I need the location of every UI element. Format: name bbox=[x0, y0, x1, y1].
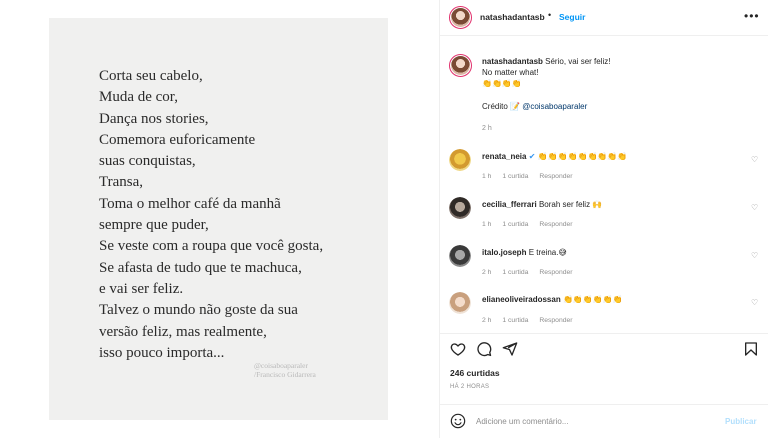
reply-button[interactable]: Responder bbox=[539, 269, 572, 276]
comment-text: renata_neia ✔ 👏👏👏👏👏👏👏👏👏 bbox=[482, 152, 627, 161]
comment-time[interactable]: 1 h bbox=[482, 221, 491, 228]
comment-input[interactable] bbox=[476, 414, 706, 428]
post-actions: 246 curtidas HÁ 2 HORAS bbox=[440, 333, 768, 408]
poem-line: Comemora euforicamente bbox=[99, 131, 256, 148]
caption-text: natashadantasb Sério, vai ser feliz! No … bbox=[482, 56, 752, 89]
like-comment-heart-icon[interactable]: ♡ bbox=[751, 298, 758, 307]
add-comment-bar: Publicar bbox=[440, 404, 768, 438]
poem-line: Transa, bbox=[99, 174, 144, 191]
watermark-author: /Francisco Gidarrera bbox=[254, 370, 316, 379]
reply-button[interactable]: Responder bbox=[539, 221, 572, 228]
comment-likes[interactable]: 1 curtida bbox=[502, 269, 528, 276]
commenter-avatar[interactable] bbox=[449, 149, 471, 171]
comment-icon[interactable] bbox=[476, 341, 492, 357]
comment-text: italo.joseph E treina.😅 bbox=[482, 248, 567, 257]
comment-username[interactable]: italo.joseph bbox=[482, 248, 526, 257]
poem-line: Dança nos stories, bbox=[99, 110, 209, 127]
like-comment-heart-icon[interactable]: ♡ bbox=[751, 203, 758, 212]
comment-meta: 1 h 1 curtida Responder bbox=[482, 221, 582, 228]
like-comment-heart-icon[interactable]: ♡ bbox=[751, 251, 758, 260]
caption-timestamp[interactable]: 2 h bbox=[482, 125, 492, 132]
share-icon[interactable] bbox=[502, 341, 518, 357]
comment-text: cecilia_fferrari Borah ser feliz 🙌 bbox=[482, 200, 602, 209]
image-watermark: @coisaboaparaler /Francisco Gidarrera bbox=[254, 361, 316, 379]
post-timestamp[interactable]: HÁ 2 HORAS bbox=[450, 384, 489, 390]
comment-likes[interactable]: 1 curtida bbox=[502, 317, 528, 324]
like-comment-heart-icon[interactable]: ♡ bbox=[751, 155, 758, 164]
post-header: natashadantasb • Seguir ••• bbox=[440, 0, 768, 36]
memo-icon: 📝 bbox=[510, 102, 520, 111]
avatar-image bbox=[449, 245, 471, 267]
separator-dot: • bbox=[548, 10, 552, 20]
post-image[interactable]: Corta seu cabelo, Muda de cor, Dança nos… bbox=[49, 18, 388, 420]
reply-button[interactable]: Responder bbox=[539, 317, 572, 324]
commenter-avatar[interactable] bbox=[449, 292, 471, 314]
comment-time[interactable]: 2 h bbox=[482, 269, 491, 276]
poem-line: Muda de cor, bbox=[99, 89, 178, 106]
comment-username[interactable]: renata_neia bbox=[482, 152, 526, 161]
credit-mention-link[interactable]: @coisaboaparaler bbox=[522, 102, 587, 111]
follow-button[interactable]: Seguir bbox=[559, 12, 585, 22]
post-details-pane: natashadantasb • Seguir ••• natashadanta… bbox=[440, 0, 768, 438]
poem-line: versão feliz, mas realmente, bbox=[99, 323, 267, 340]
author-username[interactable]: natashadantasb bbox=[480, 12, 545, 22]
commenter-avatar[interactable] bbox=[449, 245, 471, 267]
bookmark-icon[interactable] bbox=[743, 341, 759, 357]
comments-section: natashadantasb Sério, vai ser feliz! No … bbox=[440, 37, 768, 333]
reply-button[interactable]: Responder bbox=[539, 173, 572, 180]
poem-text: Corta seu cabelo, Muda de cor, Dança nos… bbox=[99, 66, 323, 364]
author-avatar[interactable] bbox=[449, 6, 472, 29]
comment-username[interactable]: cecilia_fferrari bbox=[482, 200, 537, 209]
avatar-image bbox=[451, 8, 470, 27]
poem-line: suas conquistas, bbox=[99, 153, 196, 170]
poem-line: sempre que puder, bbox=[99, 217, 209, 234]
credit-label: Crédito bbox=[482, 102, 508, 111]
avatar-image bbox=[449, 197, 471, 219]
verified-badge-icon: ✔ bbox=[528, 152, 536, 161]
avatar-image bbox=[449, 292, 471, 314]
avatar-image bbox=[451, 56, 470, 75]
comment-meta: 2 h 1 curtida Responder bbox=[482, 317, 582, 324]
comment-likes[interactable]: 1 curtida bbox=[502, 173, 528, 180]
comment-likes[interactable]: 1 curtida bbox=[502, 221, 528, 228]
caption-username[interactable]: natashadantasb bbox=[482, 57, 543, 66]
post-media-pane: Corta seu cabelo, Muda de cor, Dança nos… bbox=[0, 0, 439, 438]
publish-button[interactable]: Publicar bbox=[725, 417, 757, 426]
caption-line2: No matter what! bbox=[482, 68, 539, 77]
poem-line: Toma o melhor café da manhã bbox=[99, 195, 281, 212]
caption-body: Sério, vai ser feliz! bbox=[545, 57, 611, 66]
comment-body: Borah ser feliz 🙌 bbox=[538, 200, 603, 209]
watermark-handle: @coisaboaparaler bbox=[254, 361, 308, 370]
poem-line: Corta seu cabelo, bbox=[99, 68, 203, 84]
comment-body: 👏👏👏👏👏👏👏👏👏 bbox=[537, 152, 628, 161]
comment-meta: 1 h 1 curtida Responder bbox=[482, 173, 582, 180]
caption-credit: Crédito 📝 @coisaboaparaler bbox=[482, 102, 587, 111]
comment-time[interactable]: 1 h bbox=[482, 173, 491, 180]
heart-icon[interactable] bbox=[450, 341, 466, 357]
poem-line: Talvez o mundo não goste da sua bbox=[99, 302, 298, 319]
caption-line3: 👏👏👏👏 bbox=[482, 79, 522, 88]
more-options-icon[interactable]: ••• bbox=[744, 9, 760, 23]
comment-body: 👏👏👏👏👏👏 bbox=[562, 295, 623, 304]
comment-text: elianeoliveiradossan 👏👏👏👏👏👏 bbox=[482, 295, 623, 304]
avatar-image bbox=[449, 149, 471, 171]
emoji-icon[interactable] bbox=[450, 413, 466, 429]
likes-count[interactable]: 246 curtidas bbox=[450, 368, 500, 378]
comment-username[interactable]: elianeoliveiradossan bbox=[482, 295, 561, 304]
poem-line: Se veste com a roupa que você gosta, bbox=[99, 238, 324, 255]
commenter-avatar[interactable] bbox=[449, 197, 471, 219]
comment-body: E treina.😅 bbox=[528, 248, 567, 257]
comment-meta: 2 h 1 curtida Responder bbox=[482, 269, 582, 276]
poem-line: e vai ser feliz. bbox=[99, 280, 184, 297]
comment-time[interactable]: 2 h bbox=[482, 317, 491, 324]
caption-avatar[interactable] bbox=[449, 54, 472, 77]
poem-line: Se afasta de tudo que te machuca, bbox=[99, 259, 302, 276]
